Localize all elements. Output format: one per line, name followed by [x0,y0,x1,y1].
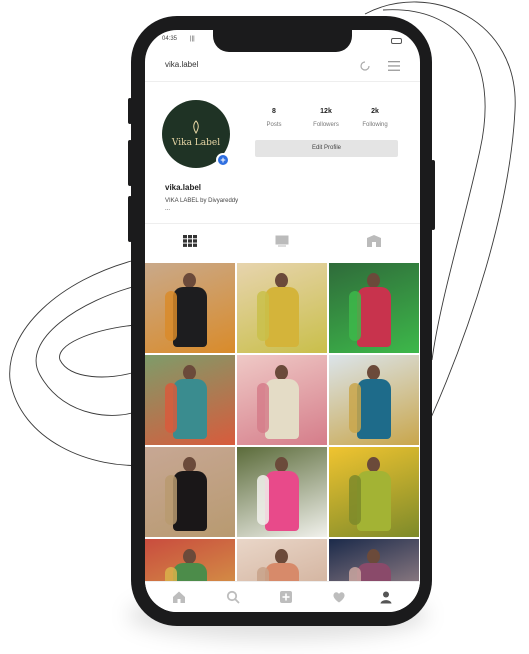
post-figure-dress [265,471,299,531]
stat-following-value: 2k [371,108,379,115]
reload-icon[interactable] [359,60,371,72]
stat-following-label: Following [362,122,388,128]
post-figure-dress [173,379,207,439]
post-figure-head [183,549,196,564]
profile-header: vika.label [145,52,420,82]
search-icon[interactable] [226,590,240,604]
posts-grid [145,263,420,581]
header-username: vika.label [165,60,199,69]
post-figure-head [275,457,288,472]
profile-bio: VIKA LABEL by Divyareddy [165,198,239,204]
post-figure-dupatta [257,475,269,525]
post-figure-head [367,457,380,472]
post-thumbnail[interactable] [329,355,419,445]
post-figure-dupatta [165,383,177,433]
stat-posts[interactable]: 8 Posts [249,108,299,128]
bottom-navigation [145,581,420,612]
post-thumbnail[interactable] [145,447,235,537]
post-figure-head [275,273,288,288]
post-figure-dupatta [349,567,361,581]
phone-screen: 04:35 ||| vika.label Vika Label + 8 Post… [145,30,420,612]
post-figure-dupatta [165,475,177,525]
phone-notch [213,30,352,52]
post-figure-dress [265,563,299,581]
post-thumbnail[interactable] [145,263,235,353]
logo-mark-icon [193,120,199,134]
post-figure-dress [357,471,391,531]
battery-icon [391,38,402,44]
add-story-button[interactable]: + [216,153,230,167]
status-time: 04:35 [162,36,178,42]
add-post-icon[interactable] [279,590,293,604]
stat-posts-value: 8 [272,108,276,115]
post-figure-dress [357,379,391,439]
profile-icon[interactable] [379,590,393,604]
post-thumbnail[interactable] [329,263,419,353]
edit-profile-button[interactable]: Edit Profile [255,140,398,157]
heart-icon[interactable] [332,590,346,604]
post-figure-head [275,549,288,564]
post-thumbnail[interactable] [329,539,419,581]
profile-name: vika.label [165,183,202,192]
post-figure-head [183,273,196,288]
post-figure-dupatta [349,475,361,525]
tab-reels[interactable] [237,224,328,258]
grid-icon [183,235,197,247]
profile-bio-more[interactable]: ... [165,206,170,212]
profile-tabs [145,223,420,257]
post-figure-dupatta [349,291,361,341]
post-figure-head [367,549,380,564]
stat-following[interactable]: 2k Following [350,108,400,128]
post-figure-dress [265,287,299,347]
tab-posts-grid[interactable] [145,224,236,258]
post-figure-dress [173,287,207,347]
post-figure-dress [265,379,299,439]
stat-posts-label: Posts [266,122,282,128]
post-figure-dupatta [257,291,269,341]
post-thumbnail[interactable] [145,355,235,445]
post-figure-head [367,273,380,288]
post-thumbnail[interactable] [145,539,235,581]
tab-tagged[interactable] [329,224,420,258]
post-figure-dupatta [165,291,177,341]
signal-icon: ||| [190,36,195,42]
stat-followers-value: 12k [320,108,332,115]
post-figure-dupatta [257,567,269,581]
post-figure-dupatta [257,383,269,433]
post-figure-dress [357,563,391,581]
post-figure-dupatta [165,567,177,581]
post-thumbnail[interactable] [237,263,327,353]
post-thumbnail[interactable] [237,539,327,581]
post-thumbnail[interactable] [237,355,327,445]
post-figure-head [367,365,380,380]
post-figure-head [183,457,196,472]
avatar-logo-text: Vika Label [171,138,221,148]
post-figure-dupatta [349,383,361,433]
menu-icon[interactable] [388,61,400,71]
post-figure-dress [173,471,207,531]
tagged-icon [367,235,381,247]
post-figure-dress [173,563,207,581]
stat-followers[interactable]: 12k Followers [301,108,351,128]
reels-icon [275,235,289,247]
post-thumbnail[interactable] [237,447,327,537]
post-figure-dress [357,287,391,347]
home-icon[interactable] [172,590,186,604]
post-thumbnail[interactable] [329,447,419,537]
stat-followers-label: Followers [313,122,339,128]
post-figure-head [275,365,288,380]
post-figure-head [183,365,196,380]
